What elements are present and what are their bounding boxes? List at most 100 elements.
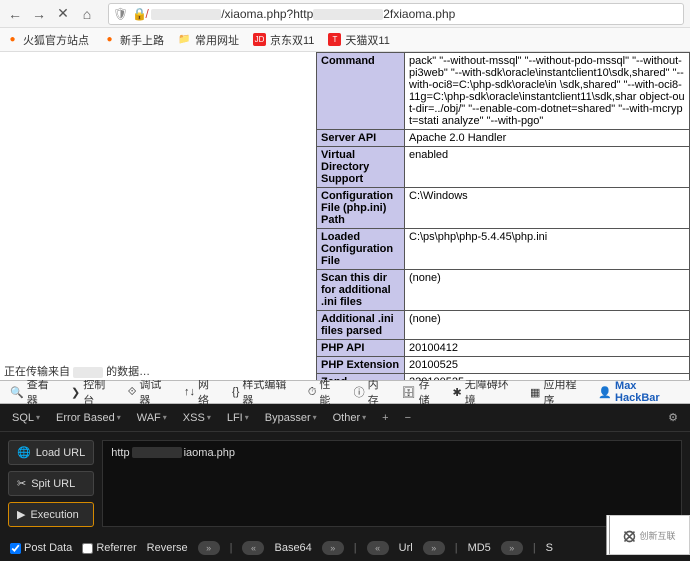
tab-hackbar[interactable]: 👤Max HackBar xyxy=(592,380,686,404)
forward-icon[interactable]: → xyxy=(30,5,48,23)
arrow-right-icon[interactable]: » xyxy=(501,541,523,555)
firefox-icon: ● xyxy=(6,33,19,46)
op-md5[interactable]: MD5 xyxy=(468,542,491,554)
tab-icon: ⏱ xyxy=(308,386,317,399)
phpinfo-table: Commandpack" "--without-mssql" "--withou… xyxy=(316,52,690,380)
shield-icon: 🛡 xyxy=(113,7,128,21)
phpinfo-key: Scan this dir for additional .ini files xyxy=(317,270,405,311)
minus-icon[interactable]: − xyxy=(405,412,411,424)
plus-icon[interactable]: + xyxy=(382,412,388,424)
phpinfo-value: C:\ps\php\php-5.4.45\php.ini xyxy=(405,229,690,270)
hb-menu-lfi[interactable]: LFI▾ xyxy=(227,412,249,424)
op-s[interactable]: S xyxy=(546,542,553,554)
phpinfo-key: Command xyxy=(317,53,405,130)
postdata-checkbox[interactable]: Post Data xyxy=(10,542,72,554)
gear-icon[interactable]: ⚙ xyxy=(668,411,678,424)
hb-menu-bypasser[interactable]: Bypasser▾ xyxy=(265,412,317,424)
tab-icon: ❯ xyxy=(71,386,80,399)
hackbar-menus: SQL▾ Error Based▾ WAF▾ XSS▾ LFI▾ Bypasse… xyxy=(0,404,690,432)
bookmark-item[interactable]: ●新手上路 xyxy=(103,32,164,48)
tab-icon: 🔍 xyxy=(10,386,24,399)
bookmark-item[interactable]: T天猫双11 xyxy=(328,32,389,48)
phpinfo-key: Configuration File (php.ini) Path xyxy=(317,188,405,229)
bookmark-item[interactable]: ●火狐官方站点 xyxy=(6,32,89,48)
tab-icon: ↑↓ xyxy=(184,386,195,398)
bookmark-item[interactable]: JD京东双11 xyxy=(253,32,314,48)
tab-icon: {} xyxy=(232,386,239,398)
phpinfo-key: Server API xyxy=(317,130,405,147)
back-icon[interactable]: ← xyxy=(6,5,24,23)
tab-icon: ▦ xyxy=(530,386,540,399)
phpinfo-key: Additional .ini files parsed xyxy=(317,311,405,340)
arrow-right-icon[interactable]: » xyxy=(322,541,344,555)
globe-icon: 🌐 xyxy=(17,446,31,459)
hb-menu-error[interactable]: Error Based▾ xyxy=(56,412,121,424)
folder-icon: 📁 xyxy=(178,33,191,46)
table-row: PHP API20100412 xyxy=(317,340,690,357)
scissors-icon: ✂ xyxy=(17,477,26,490)
hb-menu-waf[interactable]: WAF▾ xyxy=(137,412,167,424)
phpinfo-key: Virtual Directory Support xyxy=(317,147,405,188)
bookmarks-bar: ●火狐官方站点 ●新手上路 📁常用网址 JD京东双11 T天猫双11 xyxy=(0,28,690,52)
phpinfo-value: Apache 2.0 Handler xyxy=(405,130,690,147)
tmall-icon: T xyxy=(328,33,341,46)
chevron-down-icon: ▾ xyxy=(207,413,211,422)
home-icon[interactable]: ⌂ xyxy=(78,5,96,23)
table-row: Commandpack" "--without-mssql" "--withou… xyxy=(317,53,690,130)
hackbar-main: 🌐Load URL ✂Spit URL ▶Execution httpiaoma… xyxy=(0,432,690,535)
hb-menu-other[interactable]: Other▾ xyxy=(333,412,367,424)
hb-menu-sql[interactable]: SQL▾ xyxy=(12,412,40,424)
phpinfo-value: 20100412 xyxy=(405,340,690,357)
loading-blur xyxy=(73,367,103,378)
bookmark-item[interactable]: 📁常用网址 xyxy=(178,32,239,48)
hackbar-url-input[interactable]: httpiaoma.php xyxy=(102,440,682,527)
table-row: Virtual Directory Supportenabled xyxy=(317,147,690,188)
jd-icon: JD xyxy=(253,33,266,46)
arrow-right-icon[interactable]: » xyxy=(198,541,220,555)
browser-nav-bar: ← → ✕ ⌂ 🛡 🔒̸ /xiaoma.php?http2fxiaoma.ph… xyxy=(0,0,690,28)
url-blur xyxy=(132,447,182,458)
phpinfo-value: 20100525 xyxy=(405,357,690,374)
tab-icon: 🗄 xyxy=(402,386,416,399)
devtools-tabs: 🔍查看器❯控制台⟐调试器↑↓网络{}样式编辑器⏱性能ⓘ内存🗄存储✱无障碍环境▦应… xyxy=(0,380,690,404)
left-pane-blank xyxy=(0,52,316,380)
hackbar-bottom-ops: Post Data Referrer Reverse » | « Base64 … xyxy=(0,535,690,561)
op-url[interactable]: Url xyxy=(399,542,413,554)
phpinfo-key: PHP API xyxy=(317,340,405,357)
table-row: Zend Extension220100525 xyxy=(317,374,690,381)
hackbar-panel: SQL▾ Error Based▾ WAF▾ XSS▾ LFI▾ Bypasse… xyxy=(0,404,690,561)
hb-menu-xss[interactable]: XSS▾ xyxy=(183,412,211,424)
phpinfo-value: 220100525 xyxy=(405,374,690,381)
execution-button[interactable]: ▶Execution xyxy=(8,502,94,527)
page-content: Commandpack" "--without-mssql" "--withou… xyxy=(0,52,690,380)
url-text: /xiaoma.php?http2fxiaoma.php xyxy=(151,7,679,21)
table-row: Server APIApache 2.0 Handler xyxy=(317,130,690,147)
table-row: PHP Extension20100525 xyxy=(317,357,690,374)
phpinfo-key: PHP Extension xyxy=(317,357,405,374)
arrow-right-icon[interactable]: » xyxy=(423,541,445,555)
chevron-down-icon: ▾ xyxy=(163,413,167,422)
table-row: Configuration File (php.ini) PathC:\Wind… xyxy=(317,188,690,229)
url-bar[interactable]: 🛡 🔒̸ /xiaoma.php?http2fxiaoma.php xyxy=(108,3,684,25)
op-reverse[interactable]: Reverse xyxy=(147,542,188,554)
chevron-down-icon: ▾ xyxy=(36,413,40,422)
op-base64[interactable]: Base64 xyxy=(274,542,311,554)
tab-icon: ✱ xyxy=(452,386,461,399)
arrow-left-icon[interactable]: « xyxy=(367,541,389,555)
chevron-down-icon: ▾ xyxy=(117,413,121,422)
lock-crossed-icon: 🔒̸ xyxy=(132,7,147,21)
phpinfo-key: Zend Extension xyxy=(317,374,405,381)
phpinfo-value: (none) xyxy=(405,270,690,311)
person-icon: 👤 xyxy=(598,386,612,399)
phpinfo-value: enabled xyxy=(405,147,690,188)
referrer-checkbox[interactable]: Referrer xyxy=(82,542,136,554)
arrow-left-icon[interactable]: « xyxy=(242,541,264,555)
tab-icon: ⓘ xyxy=(354,384,365,400)
table-row: Loaded Configuration FileC:\ps\php\php-5… xyxy=(317,229,690,270)
load-url-button[interactable]: 🌐Load URL xyxy=(8,440,94,465)
url-blur-1 xyxy=(151,9,221,20)
spit-url-button[interactable]: ✂Spit URL xyxy=(8,471,94,496)
stop-icon[interactable]: ✕ xyxy=(54,5,72,23)
chevron-down-icon: ▾ xyxy=(313,413,317,422)
hackbar-action-buttons: 🌐Load URL ✂Spit URL ▶Execution xyxy=(8,440,94,527)
